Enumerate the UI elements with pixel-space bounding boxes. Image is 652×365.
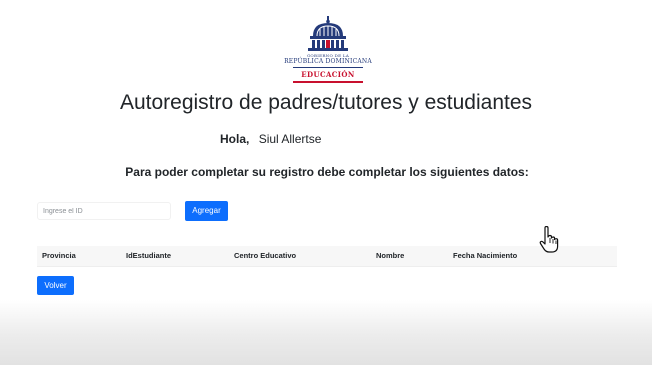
instructions-text: Para poder completar su registro debe co… xyxy=(125,165,529,179)
user-name: Siul Allertse xyxy=(258,132,322,146)
column-header-provincia: Provincia xyxy=(42,251,76,260)
hand-pointer-icon xyxy=(539,225,559,259)
logo-country-text: REPÚBLICA DOMINICANA xyxy=(284,58,372,65)
column-header-nombre: Nombre xyxy=(376,251,405,260)
add-button[interactable]: Agregar xyxy=(185,201,228,221)
column-header-centro-educativo: Centro Educativo xyxy=(234,251,297,260)
greeting-label: Hola, xyxy=(220,132,250,146)
students-table-header: Provincia IdEstudiante Centro Educativo … xyxy=(37,246,617,267)
greeting: Hola, Siul Allertse xyxy=(220,131,321,147)
bottom-fade xyxy=(0,300,652,365)
back-button[interactable]: Volver xyxy=(37,276,74,295)
logo-department-text: EDUCACIÓN xyxy=(301,70,355,79)
column-header-id-estudiante: IdEstudiante xyxy=(126,251,172,260)
column-header-fecha-nacimiento: Fecha Nacimiento xyxy=(453,251,518,260)
student-id-input[interactable] xyxy=(37,202,171,220)
logo-red-rule xyxy=(293,81,363,83)
ministry-logo: GOBIERNO DE LA REPÚBLICA DOMINICANA EDUC… xyxy=(281,16,375,90)
logo-divider xyxy=(293,67,363,68)
page-title: Autoregistro de padres/tutores y estudia… xyxy=(119,91,533,114)
dome-emblem-icon xyxy=(308,16,348,51)
